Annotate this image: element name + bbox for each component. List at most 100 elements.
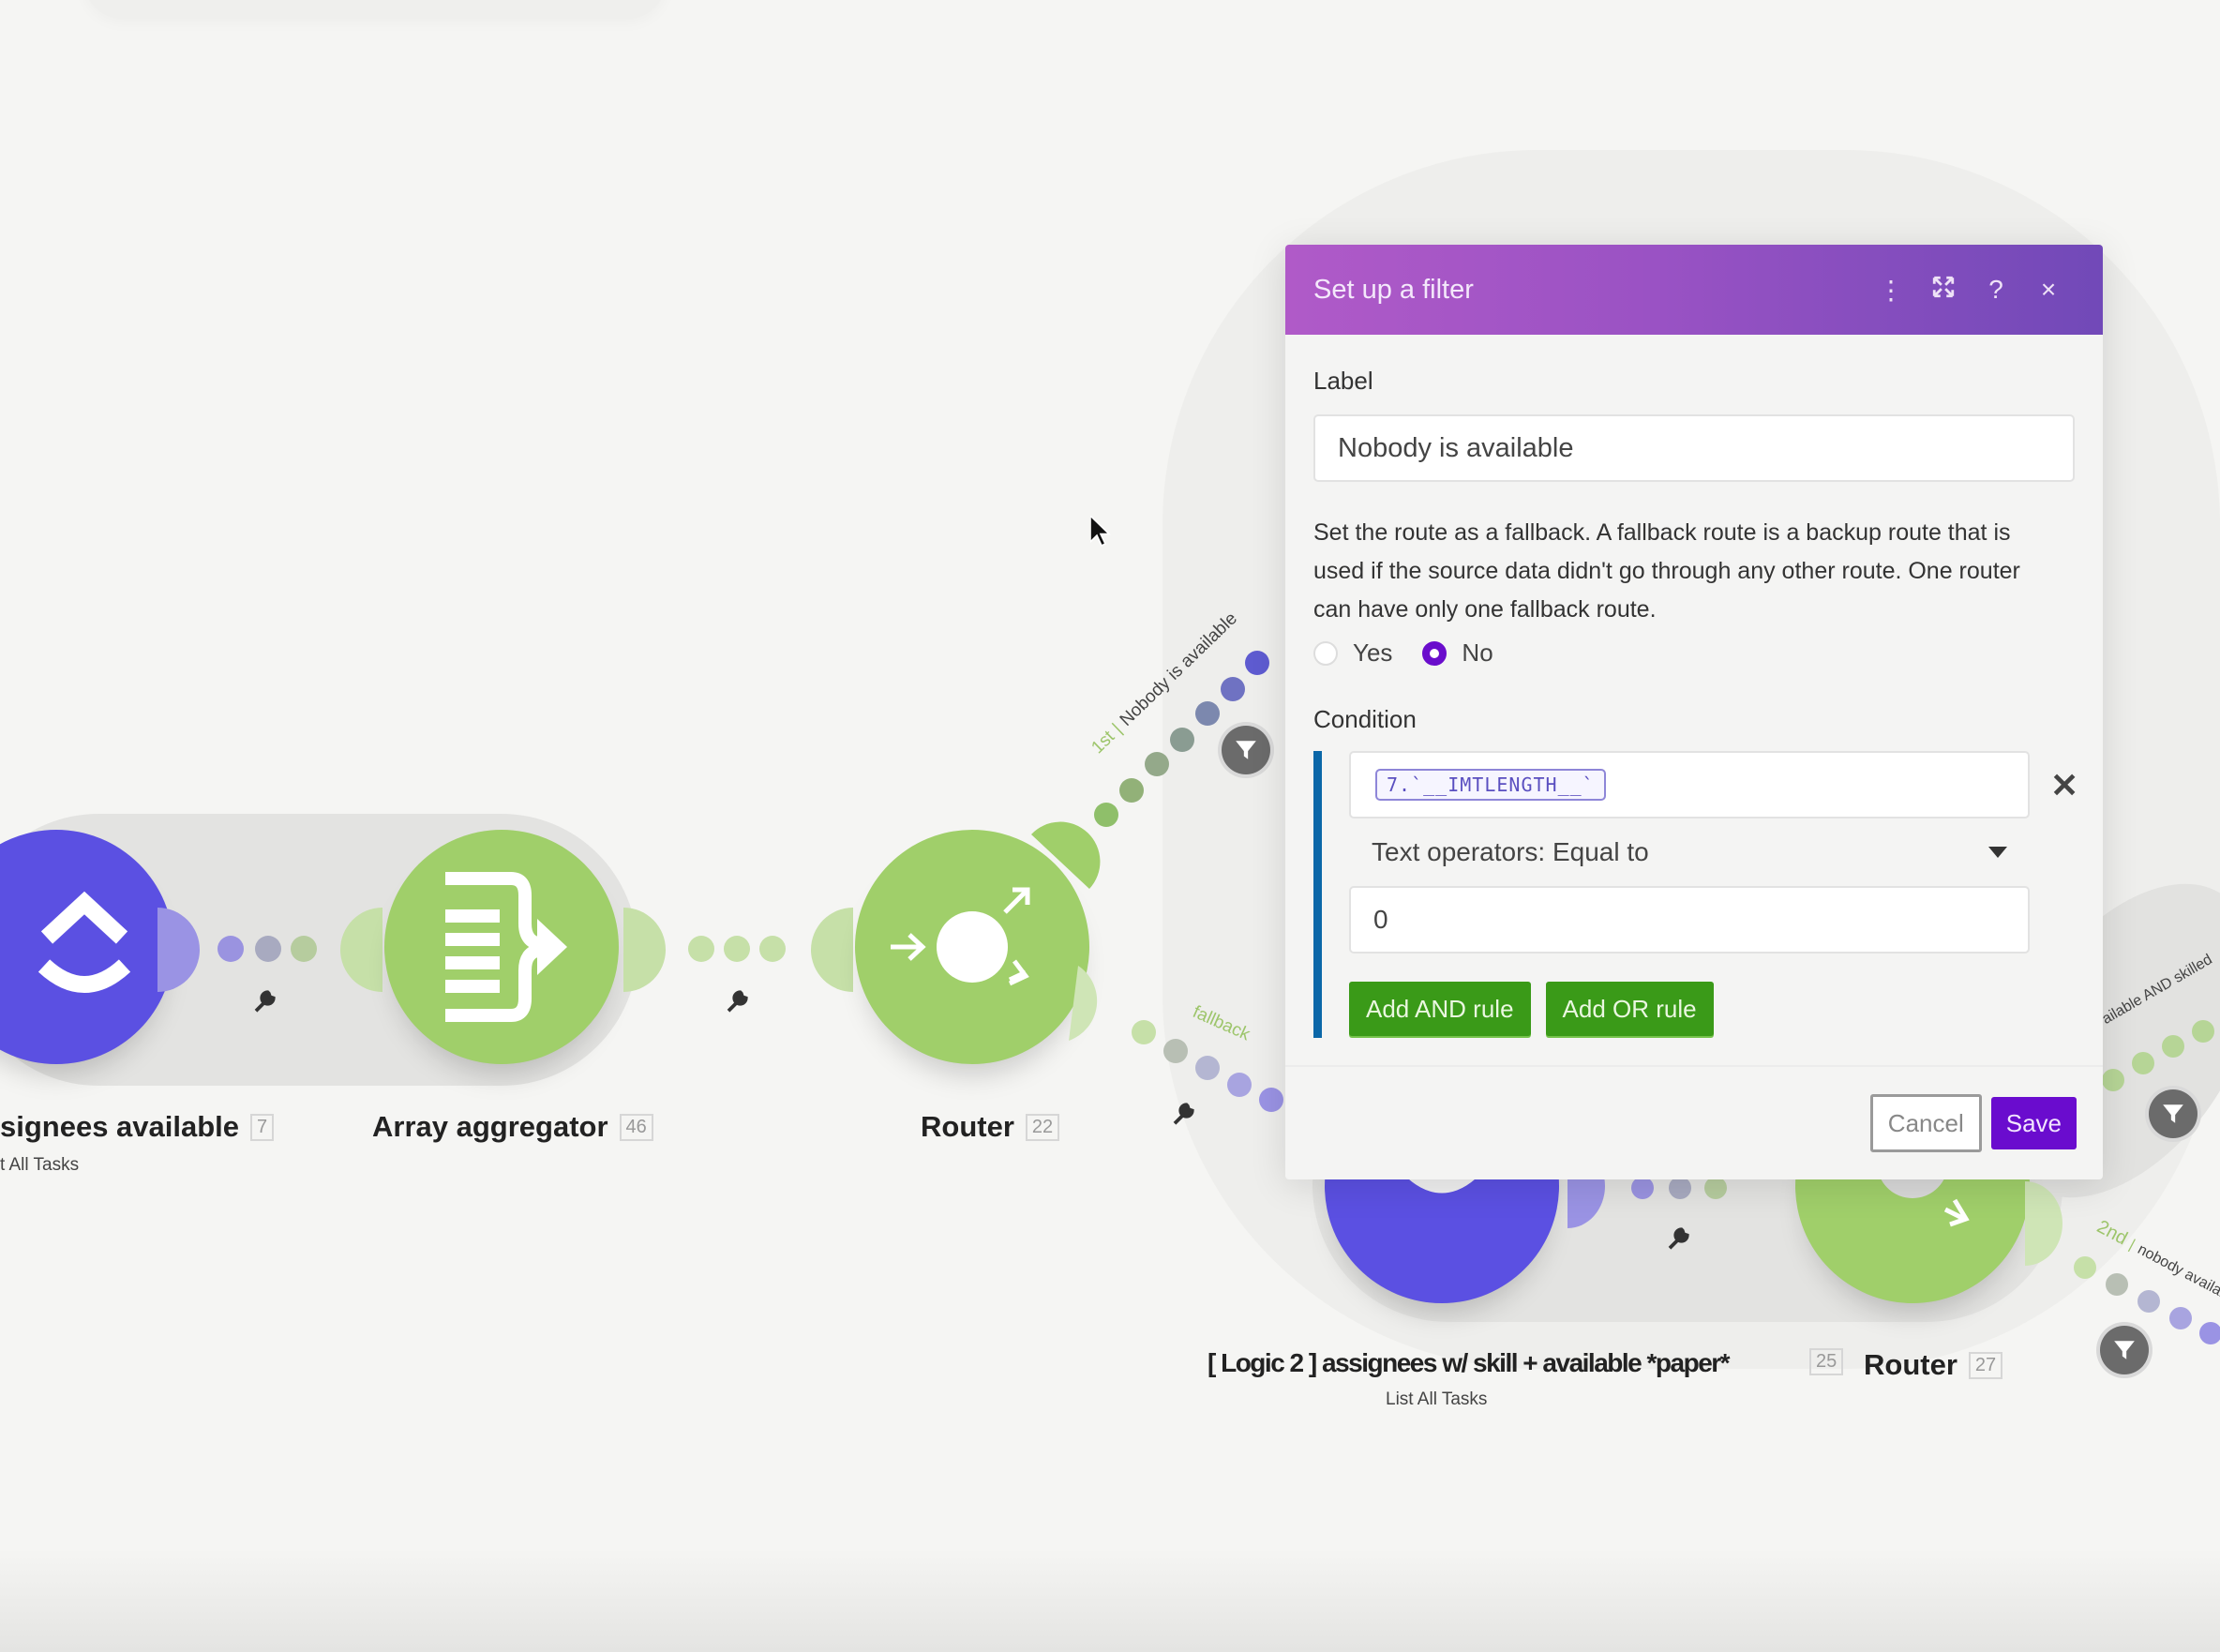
route-order: 1st [1088,727,1119,758]
route-dot [2199,1322,2220,1344]
fallback-no-radio[interactable] [1422,640,1448,666]
module-label: Router 22 [921,1110,1060,1144]
help-icon[interactable]: ? [1970,275,2022,305]
route-dot [2138,1290,2160,1313]
route-dot [1195,1056,1220,1080]
add-and-rule-button[interactable]: Add AND rule [1349,982,1531,1036]
fallback-yes-label: Yes [1353,638,1393,667]
module-name: Router [1864,1348,1958,1381]
dialog-header: Set up a filter ⋮ ? × [1285,245,2103,335]
route-dot [1132,1020,1156,1044]
dialog-footer: Cancel Save [1285,1065,2103,1179]
module-array-aggregator[interactable] [384,830,619,1064]
route-dot [1163,1039,1188,1063]
route-dot [1245,651,1269,675]
operator-select[interactable]: Text operators: Equal to [1349,818,2030,886]
mouse-pointer-icon [1090,516,1111,548]
condition-label: Condition [1313,705,1417,733]
route-filter-button[interactable] [1222,726,1270,774]
route-dot [2162,1035,2184,1058]
fallback-no-option[interactable]: No [1422,638,1493,668]
route-dot [2169,1307,2192,1329]
module-id-badge: 22 [1025,1113,1060,1141]
connector-dot [1704,1177,1727,1199]
module-name: signees available [0,1110,240,1143]
save-button[interactable]: Save [1990,1097,2077,1149]
module-label: 25 [1809,1348,1844,1375]
remove-rule-icon[interactable]: ✕ [2050,766,2078,805]
canvas-bottom-toolbar-fade [0,1549,2220,1652]
module-id-badge: 25 [1809,1348,1844,1375]
condition-group-bar [1313,751,1322,1038]
route-filter-button[interactable] [2100,1326,2149,1374]
module-id-badge: 27 [1968,1351,2003,1379]
fallback-yes-option[interactable]: Yes [1313,638,1392,668]
module-name: [ Logic 2 ] assignees w/ skill + availab… [1208,1348,1731,1377]
connector-dot [724,936,750,962]
filter-funnel-icon [2163,1104,2183,1123]
module-name: Router [921,1110,1014,1143]
connector-dot [1669,1177,1691,1199]
module-id-badge: 7 [250,1113,275,1141]
route-dot [2192,1020,2214,1043]
module-id-badge: 46 [619,1113,653,1141]
add-or-rule-button[interactable]: Add OR rule [1545,982,1714,1036]
route-dot [1221,677,1245,701]
close-icon[interactable]: × [2022,275,2075,305]
route-dot [1259,1088,1283,1112]
fallback-radio-group: Yes No [1313,638,2075,668]
label-input-value: Nobody is available [1338,432,1574,463]
route-dot [1227,1073,1252,1097]
connector-dot [759,936,786,962]
fallback-help-text: Set the route as a fallback. A fallback … [1313,519,2020,623]
route-dot [2106,1273,2128,1296]
expand-icon[interactable] [1917,275,1970,306]
dialog-title: Set up a filter [1313,274,1474,305]
connector-dot [688,936,714,962]
module-output-handle[interactable] [623,908,670,992]
module-input-handle[interactable] [336,908,382,992]
route-dot [1119,778,1144,803]
connector-dot [1631,1177,1654,1199]
dialog-body: Label Nobody is available Set the route … [1285,367,2103,1038]
module-label: Router 27 [1864,1348,2003,1382]
route-filter-button[interactable] [2149,1089,2198,1138]
module-subtitle: t All Tasks [0,1155,80,1175]
router-output-handle[interactable] [2025,1181,2062,1266]
fallback-yes-radio[interactable] [1313,640,1338,666]
router-input-handle[interactable] [806,908,853,992]
module-output-handle[interactable] [158,908,204,992]
cancel-button[interactable]: Cancel [1869,1094,1982,1152]
wrench-icon[interactable] [1665,1224,1693,1252]
router-output-handle-2[interactable] [1069,966,1125,1050]
filter-funnel-icon [1236,741,1256,759]
label-field-label: Label [1313,367,1373,395]
clickup-logo-icon [38,891,131,993]
module-subtitle: List All Tasks [1386,1389,1488,1409]
module-label: Array aggregator 46 [372,1110,653,1144]
connector-dot [218,936,244,962]
connector-dot [291,936,317,962]
connector-dot [255,936,281,962]
route-dot [2102,1069,2124,1091]
wrench-icon[interactable] [724,986,752,1014]
condition-value: 0 [1373,905,1388,934]
route-dot [1145,752,1169,776]
module-name: Array aggregator [372,1110,608,1143]
array-aggregator-icon [445,872,567,1022]
router-output-handle-1[interactable] [1031,816,1106,891]
caret-down-icon [1988,847,2007,858]
filter-funnel-icon [2114,1341,2135,1359]
condition-operand-input[interactable]: 7.`__IMTLENGTH__` [1349,751,2030,818]
wrench-icon[interactable] [1170,1099,1198,1127]
condition-group: 7.`__IMTLENGTH__` ✕ Text operators: Equa… [1313,751,2078,1038]
condition-value-input[interactable]: 0 [1349,886,2030,954]
module-label: signees available 7 [0,1110,275,1144]
label-input[interactable]: Nobody is available [1313,414,2075,482]
more-vertical-icon[interactable]: ⋮ [1865,275,1917,306]
wrench-icon[interactable] [251,986,279,1014]
route-dot [1094,803,1118,827]
canvas-note-shadow [84,0,666,19]
module-label: [ Logic 2 ] assignees w/ skill + availab… [1208,1348,1731,1378]
mapped-variable-pill[interactable]: 7.`__IMTLENGTH__` [1375,769,1606,801]
